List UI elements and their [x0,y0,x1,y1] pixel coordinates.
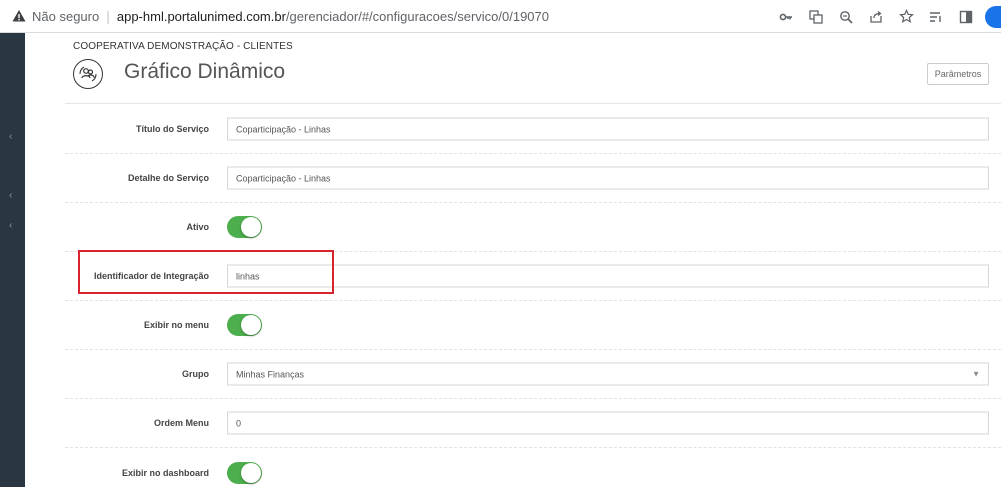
service-detail-label: Detalhe do Serviço [127,173,209,183]
chevron-left-icon[interactable]: ‹ [9,220,12,231]
title-divider [65,103,1001,104]
form-row-show-in-menu: Exibir no menu [65,301,1001,350]
key-icon[interactable] [771,0,801,33]
menu-order-label: Ordem Menu [153,418,209,428]
toggle-knob [241,315,261,335]
zoom-icon[interactable] [831,0,861,33]
active-label: Ativo [186,222,210,232]
show-in-menu-label: Exibir no menu [143,320,209,330]
group-select[interactable]: Minhas Finanças ▼ [227,362,989,386]
url-host: app-hml.portalunimed.com.br [116,8,286,24]
form-row-service-title: Título do Serviço Coparticipação - Linha… [65,105,1001,154]
page-title: Gráfico Dinâmico [124,60,286,83]
service-title-input[interactable]: Coparticipação - Linhas [227,117,989,141]
url-path: /gerenciador/#/configuracoes/servico/0/1… [285,8,549,24]
parameters-button[interactable]: Parâmetros [927,63,989,85]
show-in-dashboard-toggle[interactable] [227,461,262,484]
form-row-service-detail: Detalhe do Serviço Coparticipação - Linh… [65,154,1001,203]
active-toggle[interactable] [227,216,262,238]
side-panel-icon[interactable] [951,0,981,33]
service-title-label: Título do Serviço [135,124,209,134]
show-in-dashboard-label: Exibir no dashboard [121,467,209,478]
form-row-menu-order: Ordem Menu 0 [65,399,1001,448]
group-label: Grupo [182,369,209,379]
group-selected-value: Minhas Finanças [236,369,305,379]
dynamic-chart-icon [73,59,103,89]
share-icon[interactable] [861,0,891,33]
highlight-box [78,250,334,294]
profile-avatar[interactable] [985,5,1001,28]
warning-icon[interactable] [12,9,26,23]
form-row-active: Ativo [65,203,1001,252]
reading-list-icon[interactable] [921,0,951,33]
browser-address-bar: Não seguro | app-hml.portalunimed.com.br… [0,0,1001,33]
form-row-group: Grupo Minhas Finanças ▼ [65,350,1001,399]
toggle-knob [241,217,261,237]
toggle-knob [241,462,261,483]
show-in-menu-toggle[interactable] [227,314,262,336]
url-field[interactable]: app-hml.portalunimed.com.br/gerenciador/… [117,9,549,24]
security-label[interactable]: Não seguro [32,9,99,24]
organization-label: COOPERATIVA DEMONSTRAÇÃO - CLIENTES [73,41,293,52]
menu-order-input[interactable]: 0 [227,411,989,435]
chevron-left-icon[interactable]: ‹ [9,131,12,142]
chevron-left-icon[interactable]: ‹ [9,190,12,201]
service-detail-input[interactable]: Coparticipação - Linhas [227,166,989,190]
sidebar: ‹ ‹ ‹ [0,33,25,487]
translate-icon[interactable] [801,0,831,33]
integration-id-input[interactable]: linhas [227,264,989,288]
caret-down-icon: ▼ [972,369,980,379]
address-separator: | [106,8,110,24]
form-row-show-in-dashboard: Exibir no dashboard [65,448,1001,497]
bookmark-star-icon[interactable] [891,0,921,33]
